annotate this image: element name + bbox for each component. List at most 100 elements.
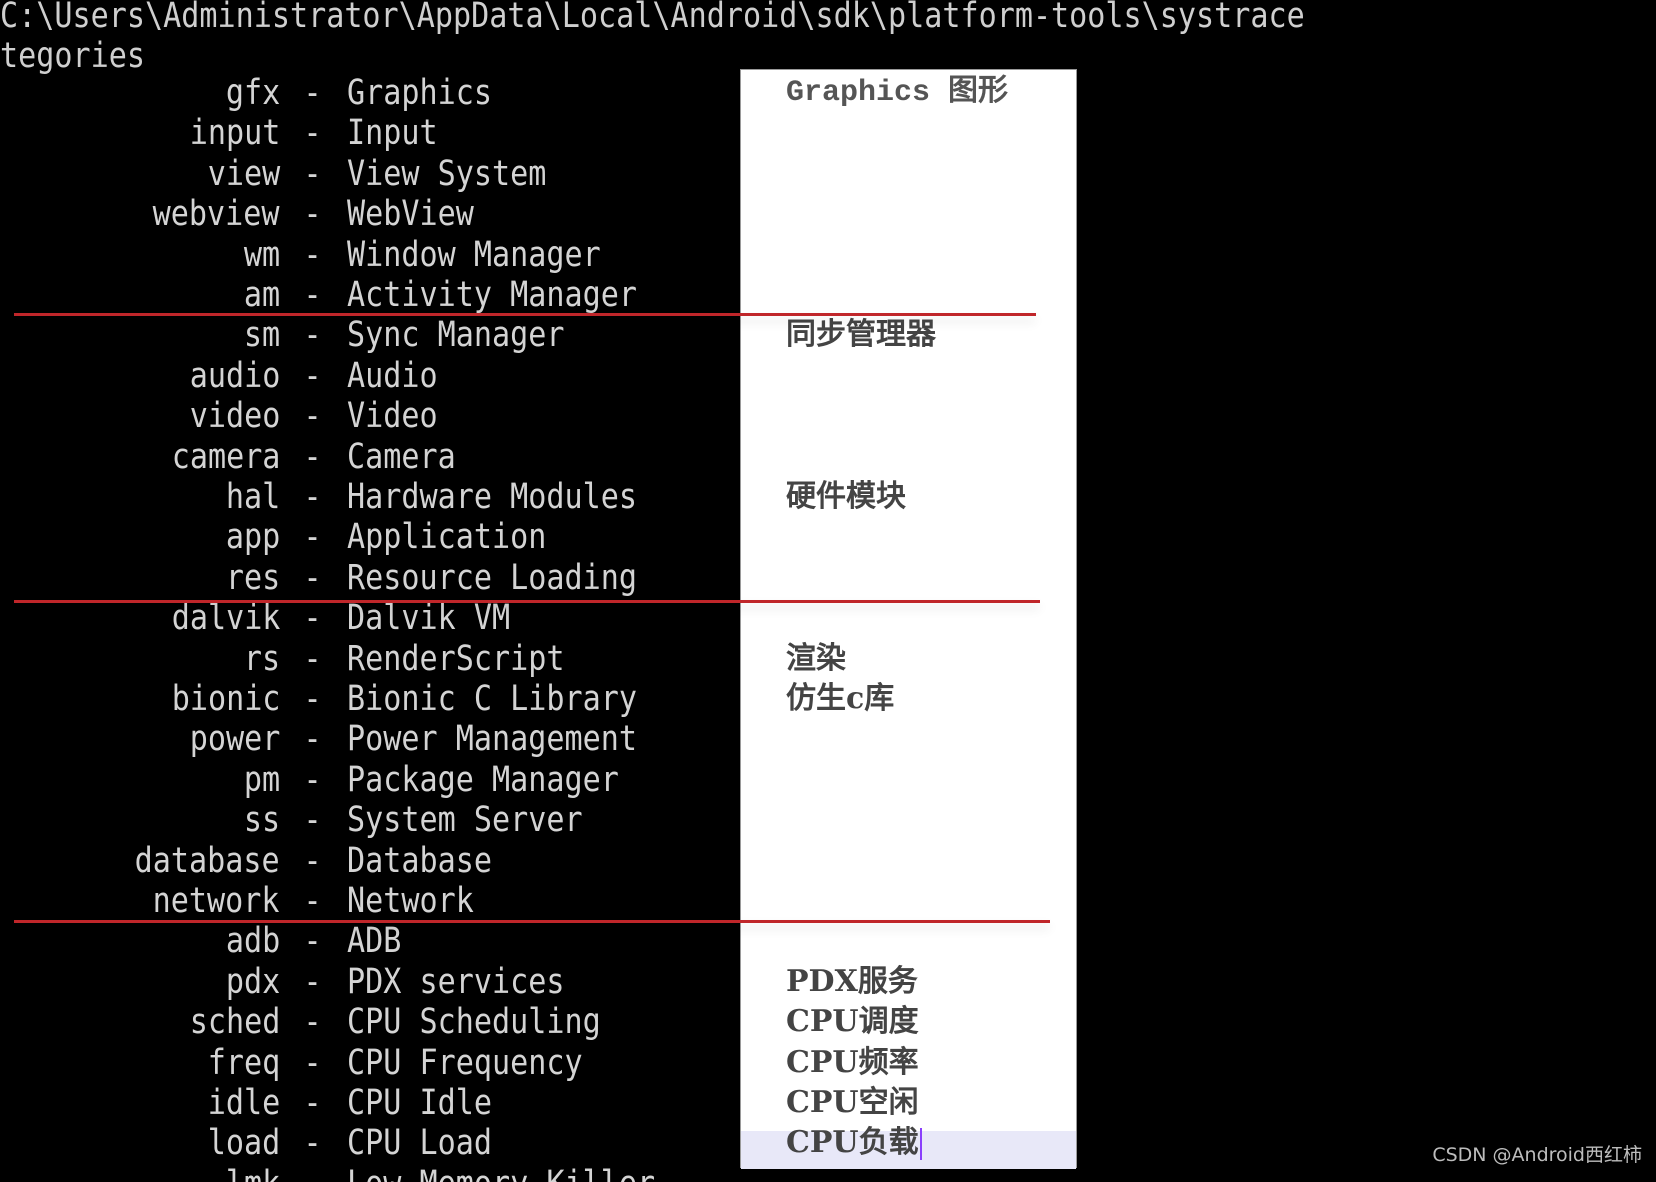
category-description: View System (347, 153, 547, 194)
category-description: Audio (347, 355, 438, 396)
category-row: freq - CPU Frequency (0, 1043, 740, 1083)
category-separator: - (303, 1042, 322, 1083)
category-description: Graphics (347, 73, 492, 113)
category-row: webview - WebView (0, 194, 740, 234)
annotation-note[interactable]: CPU空闲 (786, 1084, 919, 1122)
annotation-text: Graphics 图形 (786, 76, 1009, 110)
category-description: PDX services (347, 961, 565, 1002)
category-key: video (189, 396, 280, 437)
annotation-note[interactable]: CPU调度 (786, 1003, 919, 1041)
category-description: Activity Manager (347, 275, 637, 315)
category-key: database (135, 840, 280, 881)
category-separator: - (303, 921, 322, 962)
category-description: Dalvik VM (347, 598, 511, 639)
category-key: lmk (226, 1164, 280, 1182)
category-separator: - (303, 961, 322, 1002)
category-separator: - (303, 719, 322, 760)
category-key: gfx (225, 73, 280, 113)
category-key: sched (189, 1002, 280, 1043)
category-separator: - (303, 759, 322, 800)
category-row: input - Input (0, 113, 740, 153)
category-description: System Server (347, 800, 583, 841)
category-key: audio (189, 355, 280, 396)
annotation-note[interactable]: 渲染 (786, 640, 846, 678)
category-description: Database (347, 840, 492, 881)
category-separator: - (303, 396, 322, 437)
category-key: adb (225, 921, 280, 962)
category-description: CPU Frequency (347, 1042, 583, 1083)
category-separator: - (303, 679, 322, 719)
category-key: load (207, 1123, 280, 1164)
category-row: view - View System (0, 154, 740, 194)
category-description: Network (347, 881, 474, 921)
category-separator: - (303, 436, 322, 477)
annotation-note[interactable]: CPU频率 (786, 1044, 919, 1082)
category-key: input (189, 113, 280, 154)
category-separator: - (303, 194, 322, 235)
category-separator: - (303, 153, 322, 194)
category-row: network - Network (0, 881, 740, 921)
annotation-note[interactable]: PDX服务 (786, 963, 918, 1001)
category-separator: - (303, 638, 322, 679)
category-separator: - (303, 800, 322, 841)
category-key: camera (171, 436, 280, 477)
category-key: app (225, 517, 280, 558)
terminal-path-line: C:\Users\Administrator\AppData\Local\And… (0, 0, 1305, 36)
red-divider-line (14, 313, 1036, 316)
annotation-text: CPU负载 (786, 1125, 919, 1161)
category-key: res (225, 557, 280, 598)
category-row: gfx - Graphics (0, 73, 740, 113)
annotation-text: PDX服务 (786, 963, 918, 999)
category-row: camera - Camera (0, 437, 740, 477)
category-description: CPU Load (347, 1123, 492, 1164)
category-row: am - Activity Manager (0, 275, 740, 315)
category-separator: - (303, 557, 322, 598)
category-separator: - (303, 881, 322, 921)
watermark: CSDN @Android西红柿 (1432, 1144, 1642, 1166)
category-separator: - (303, 234, 322, 275)
category-key: freq (207, 1042, 280, 1083)
category-row: bionic - Bionic C Library (0, 679, 740, 719)
category-separator: - (303, 840, 322, 881)
category-key: power (189, 719, 280, 760)
annotation-note[interactable]: 硬件模块 (786, 478, 906, 516)
annotation-text: CPU空闲 (786, 1085, 919, 1120)
annotation-note[interactable]: 同步管理器 (786, 316, 936, 354)
category-key: am (243, 275, 280, 315)
category-row: power - Power Management (0, 719, 740, 759)
category-separator: - (303, 477, 322, 517)
category-row: database - Database (0, 841, 740, 881)
category-row: video - Video (0, 396, 740, 436)
category-description: Hardware Modules (347, 477, 637, 517)
annotation-panel[interactable]: Graphics 图形 同步管理器硬件模块渲染 仿生c库 PDX服务 CPU调度 CPU频… (740, 69, 1077, 1169)
category-key: sm (243, 315, 280, 356)
category-key: hal (225, 477, 280, 517)
category-key: webview (153, 194, 280, 235)
category-description: Power Management (347, 719, 637, 760)
annotation-text: 同步管理器 (786, 317, 936, 353)
category-description: Bionic C Library (347, 679, 637, 719)
category-row: ss - System Server (0, 800, 740, 840)
annotation-note[interactable]: Graphics 图形 (786, 74, 1008, 112)
category-row: audio - Audio (0, 356, 740, 396)
category-separator: - (303, 517, 322, 558)
category-row: idle - CPU Idle (0, 1083, 740, 1123)
category-row: dalvik - Dalvik VM (0, 598, 740, 638)
annotation-text: 硬件模块 (786, 479, 906, 514)
category-description: Low Memory Killer (347, 1164, 655, 1182)
annotation-note[interactable]: 仿生c库 (786, 680, 894, 718)
annotation-note[interactable]: CPU负载 (786, 1124, 922, 1162)
category-separator: - (303, 598, 322, 639)
category-description: Sync Manager (347, 315, 565, 356)
terminal-categories-line: tegories (0, 36, 145, 76)
category-key: wm (243, 234, 280, 275)
category-description: Camera (347, 436, 456, 477)
text-cursor (919, 1128, 922, 1161)
red-divider-line (14, 600, 1040, 603)
category-description: Application (347, 517, 547, 558)
annotation-text: 仿生c库 (786, 681, 895, 716)
category-description: Input (347, 113, 438, 154)
category-description: Window Manager (347, 234, 601, 275)
category-row: load - CPU Load (0, 1123, 740, 1163)
category-separator: - (303, 113, 322, 154)
